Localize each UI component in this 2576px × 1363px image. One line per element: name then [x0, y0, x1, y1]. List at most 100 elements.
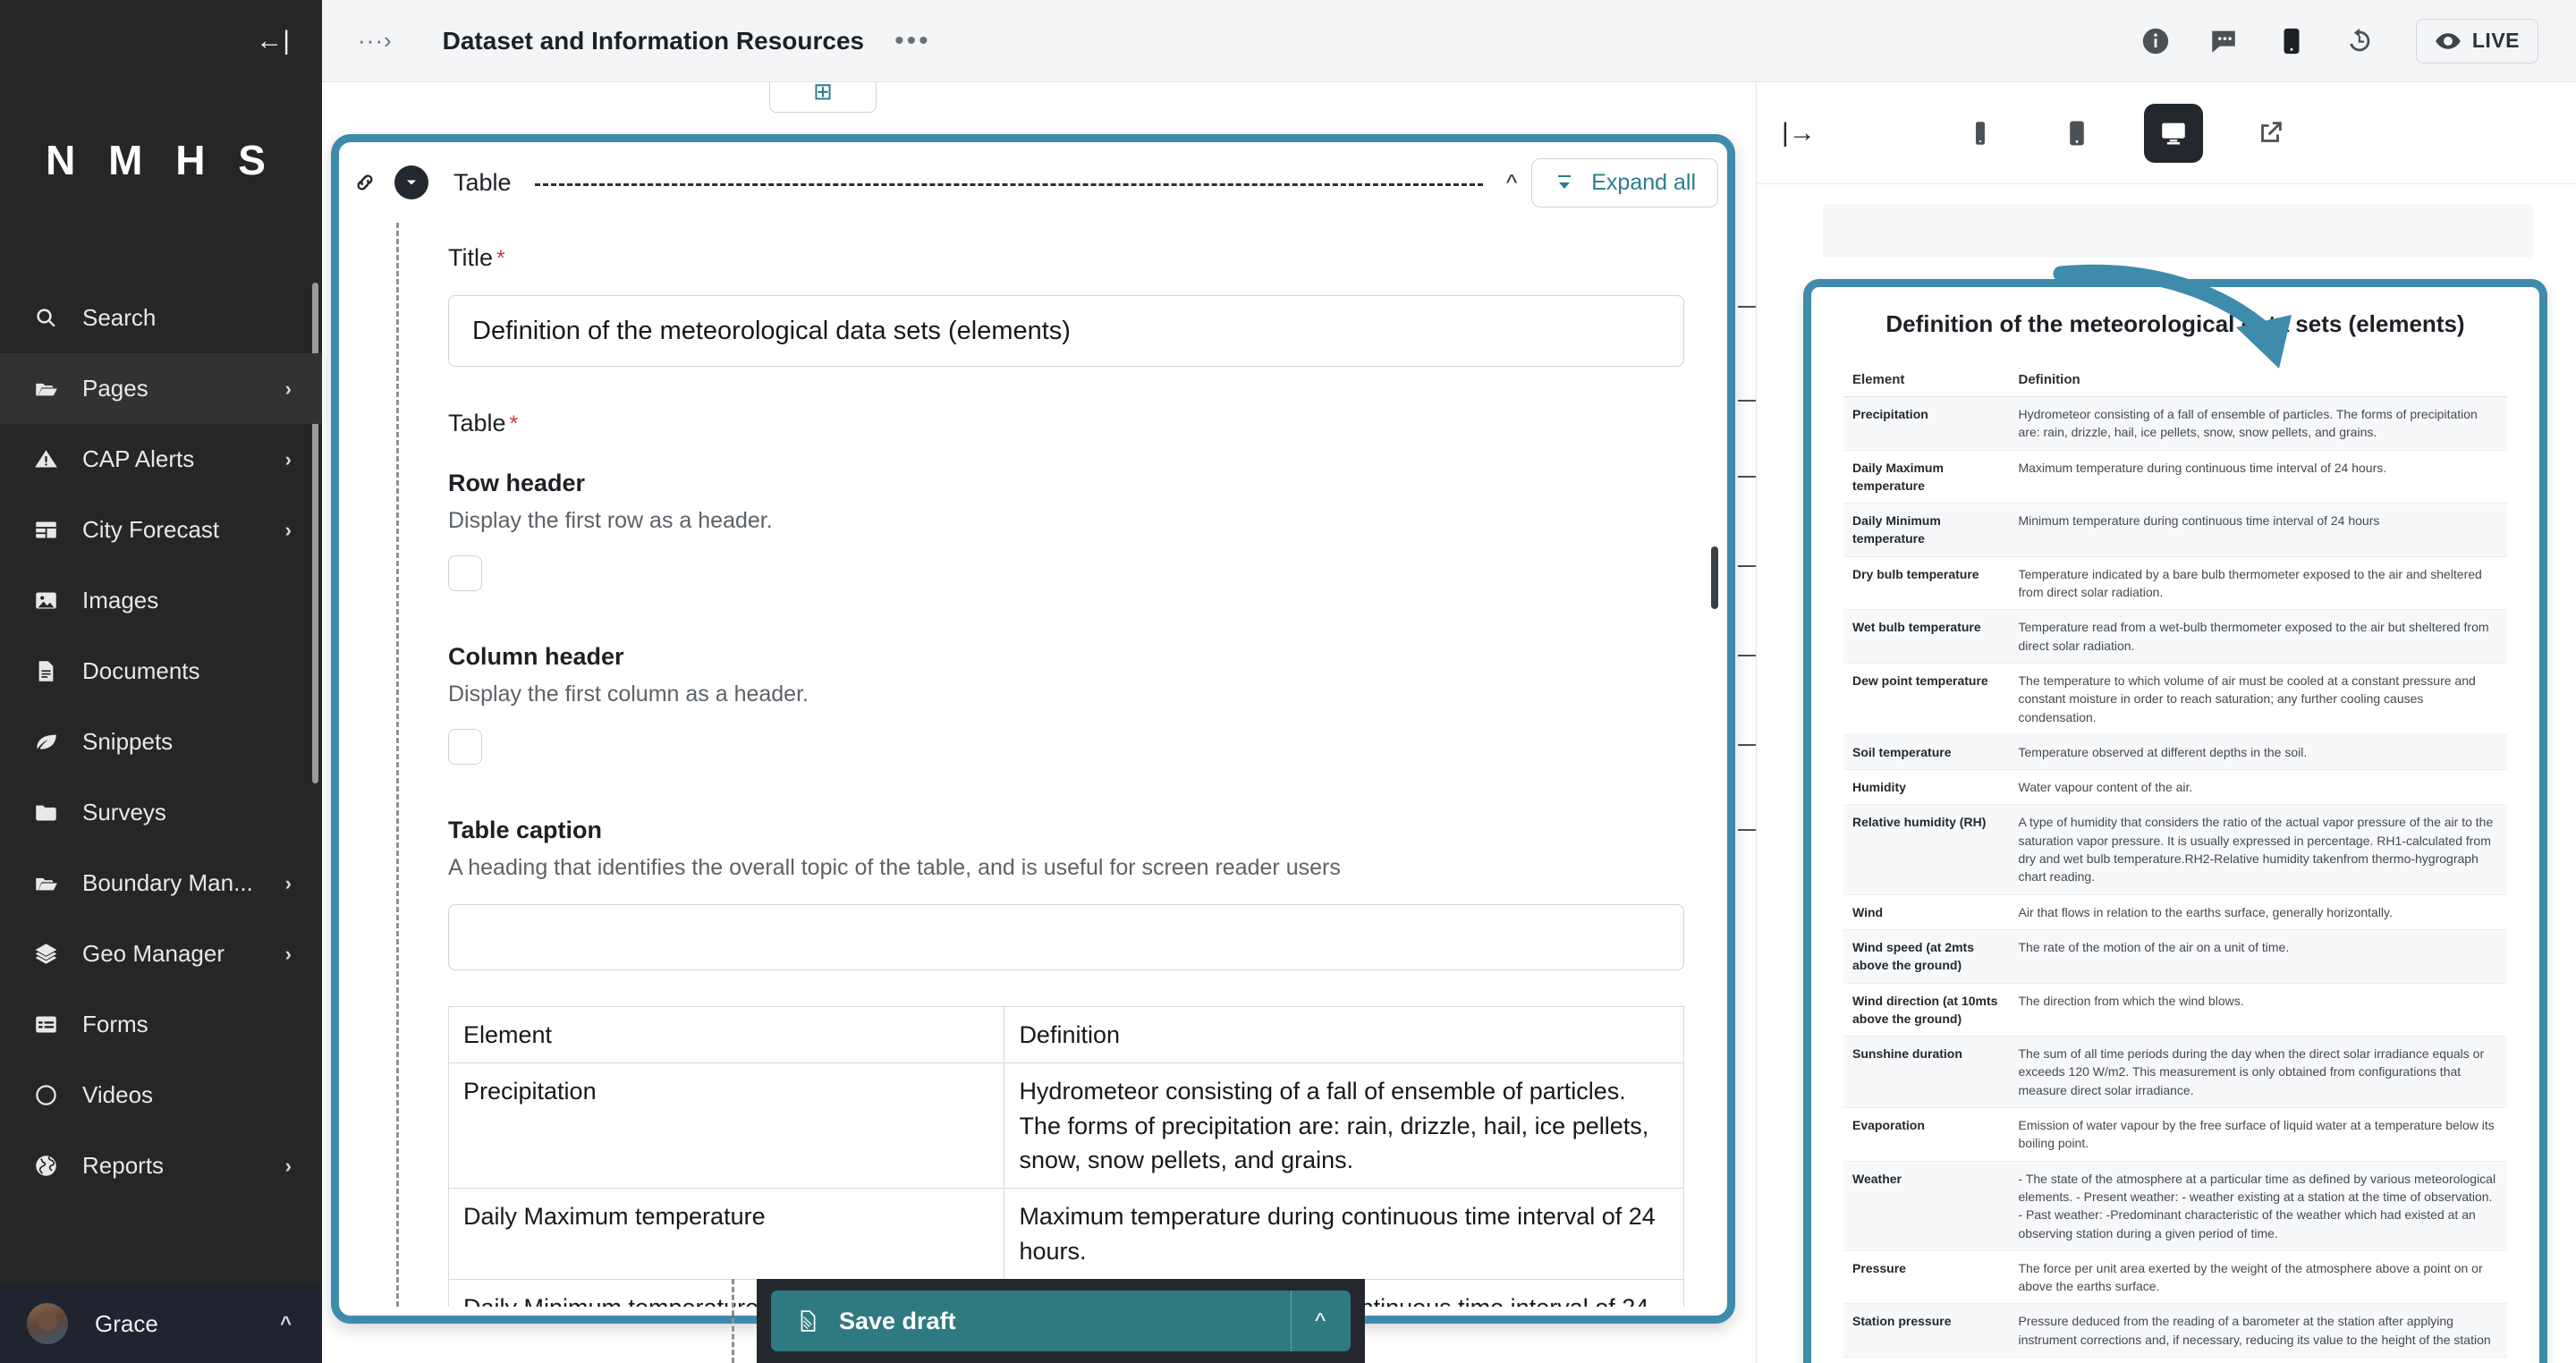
preview-placeholder-bar [1823, 204, 2533, 258]
table-block-header: Table ^ Expand all [339, 142, 1727, 207]
preview-element-cell: Wind [1843, 894, 2010, 929]
phone-small-icon[interactable] [1951, 104, 2010, 163]
title-field-label: Title* [448, 244, 1684, 272]
sidebar-item-pages[interactable]: Pages› [0, 353, 322, 424]
app-logo: N M H S [0, 82, 322, 283]
expand-all-button[interactable]: Expand all [1531, 158, 1718, 207]
chevron-right-icon[interactable]: › [285, 943, 292, 966]
preview-definition-cell: Hydrometeor consisting of a fall of ense… [2010, 397, 2508, 451]
table-cell[interactable]: Daily Maximum temperature [449, 1189, 1004, 1280]
mobile-icon[interactable] [2276, 26, 2307, 56]
table-cell[interactable]: Element [449, 1007, 1004, 1063]
sidebar-item-city-forecast[interactable]: City Forecast› [0, 495, 322, 565]
required-marker: * [496, 246, 505, 271]
sidebar: ←| N M H S SearchPages›CAP Alerts›City F… [0, 0, 322, 1363]
sidebar-item-geo-manager[interactable]: Geo Manager› [0, 919, 322, 989]
chevron-right-icon[interactable]: › [285, 1155, 292, 1178]
preview-definition-cell: Temperature read from a wet-bulb thermom… [2010, 610, 2508, 664]
preview-element-cell: Soil temperature [1843, 734, 2010, 769]
breadcrumb-more-icon[interactable]: ···› [358, 27, 393, 55]
comment-icon[interactable] [2208, 26, 2239, 56]
preview-element-cell: Wind direction (at 10mts above the groun… [1843, 983, 2010, 1037]
save-draft-caret-icon[interactable]: ^ [1292, 1308, 1326, 1334]
preview-column-header: Element [1843, 365, 2010, 397]
live-badge[interactable]: LIVE [2416, 19, 2538, 63]
form-icon [34, 1012, 82, 1037]
sidebar-item-label: Surveys [82, 799, 292, 826]
panel-scrollbar[interactable] [1711, 546, 1718, 609]
collapse-left-icon[interactable]: ←| [256, 28, 290, 55]
layers-icon [34, 942, 82, 966]
chevron-right-icon[interactable]: › [285, 448, 292, 471]
user-menu[interactable]: Grace ^ [0, 1284, 322, 1363]
column-header-checkbox[interactable] [448, 729, 482, 765]
header-dotted-rule [535, 183, 1484, 186]
table-icon [34, 518, 82, 542]
savebar-guide-line [732, 1279, 734, 1363]
sidebar-item-documents[interactable]: Documents [0, 636, 322, 707]
preview-table-row: Weather - The state of the atmosphere at… [1843, 1161, 2507, 1250]
title-input[interactable]: Definition of the meteorological data se… [448, 295, 1684, 367]
collapse-caret-icon[interactable]: ^ [1506, 169, 1517, 197]
table-caption-input[interactable] [448, 904, 1684, 970]
table-row[interactable]: ElementDefinition [449, 1007, 1684, 1063]
info-icon[interactable] [2140, 26, 2171, 56]
table-row[interactable]: Daily Maximum temperatureMaximum tempera… [449, 1189, 1684, 1280]
sidebar-item-snippets[interactable]: Snippets [0, 707, 322, 777]
link-icon[interactable] [352, 169, 387, 196]
preview-definition-cell: Emission of water vapour by the free sur… [2010, 1108, 2508, 1162]
open-external-icon[interactable] [2241, 104, 2300, 163]
table-cell[interactable]: Precipitation [449, 1063, 1004, 1189]
chevron-up-icon[interactable]: ^ [280, 1312, 292, 1335]
sidebar-item-forms[interactable]: Forms [0, 989, 322, 1060]
warning-icon [34, 447, 82, 471]
preview-definition-cell: A type of humidity that considers the ra… [2010, 805, 2508, 894]
expand-all-label: Expand all [1591, 170, 1696, 196]
chevron-down-circle-icon[interactable] [394, 165, 428, 199]
preview-table-row: Wind direction (at 10mts above the groun… [1843, 983, 2507, 1037]
preview-table-row: Relative humidity (RH)A type of humidity… [1843, 805, 2507, 894]
sidebar-item-videos[interactable]: Videos [0, 1060, 322, 1130]
preview-table-row: Mean sea-level pressureAtmospheric press… [1843, 1357, 2507, 1363]
sidebar-item-search[interactable]: Search [0, 283, 322, 353]
chevron-right-icon[interactable]: › [285, 519, 292, 542]
preview-element-cell: Station pressure [1843, 1304, 2010, 1358]
table-row[interactable]: PrecipitationHydrometeor consisting of a… [449, 1063, 1684, 1189]
preview-header-row: ElementDefinition [1843, 365, 2507, 397]
chevron-right-icon[interactable]: › [285, 872, 292, 895]
expand-right-icon[interactable]: |→ [1782, 118, 1816, 148]
preview-element-cell: Daily Minimum temperature [1843, 504, 2010, 557]
page-actions-kebab-icon[interactable]: ••• [894, 26, 931, 56]
table-cell[interactable]: Maximum temperature during continuous ti… [1004, 1189, 1684, 1280]
sidebar-item-surveys[interactable]: Surveys [0, 777, 322, 848]
preview-element-cell: Mean sea-level pressure [1843, 1357, 2010, 1363]
sidebar-item-reports[interactable]: Reports› [0, 1130, 322, 1201]
table-cell[interactable]: Definition [1004, 1007, 1684, 1063]
row-header-checkbox[interactable] [448, 555, 482, 591]
preview-definition-cell: The sum of all time periods during the d… [2010, 1037, 2508, 1108]
sidebar-item-boundary-man[interactable]: Boundary Man...› [0, 848, 322, 919]
sidebar-item-images[interactable]: Images [0, 565, 322, 636]
sidebar-item-label: Reports [82, 1152, 285, 1180]
preview-table-row: Dew point temperatureThe temperature to … [1843, 663, 2507, 734]
chevron-right-icon[interactable]: › [285, 377, 292, 401]
preview-table-row: Daily Maximum temperatureMaximum tempera… [1843, 450, 2507, 504]
history-icon[interactable] [2344, 26, 2375, 56]
preview-definition-cell: Pressure deduced from the reading of a b… [2010, 1304, 2508, 1358]
preview-card-content: Definition of the meteorological data se… [1811, 287, 2539, 1363]
table-cell[interactable]: Hydrometeor consisting of a fall of ense… [1004, 1063, 1684, 1189]
sidebar-item-cap-alerts[interactable]: CAP Alerts› [0, 424, 322, 495]
preview-definition-cell: The rate of the motion of the air on a u… [2010, 929, 2508, 983]
eye-icon [2435, 28, 2462, 55]
desktop-icon[interactable] [2144, 104, 2203, 163]
save-draft-button[interactable]: Save draft ^ [771, 1291, 1351, 1351]
sidebar-item-label: Snippets [82, 728, 292, 756]
preview-table: ElementDefinitionPrecipitationHydrometeo… [1843, 365, 2507, 1363]
editable-table[interactable]: ElementDefinitionPrecipitationHydrometeo… [448, 1006, 1684, 1307]
preview-element-cell: Humidity [1843, 770, 2010, 805]
table-block-body: Title* Definition of the meteorological … [339, 207, 1727, 1307]
block-type-chip[interactable]: ⊞ [769, 82, 877, 113]
preview-definition-cell: Maximum temperature during continuous ti… [2010, 450, 2508, 504]
phone-large-icon[interactable] [2047, 104, 2106, 163]
folder-open-icon [34, 377, 82, 401]
